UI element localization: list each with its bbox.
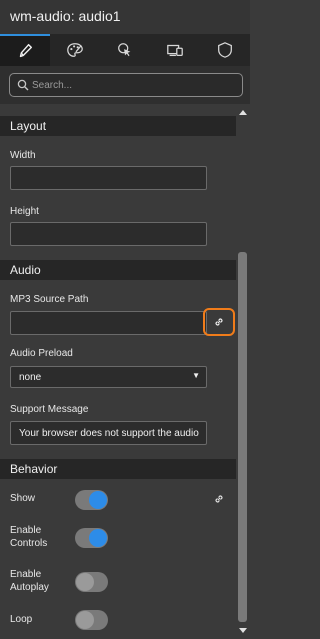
loop-toggle[interactable]: [75, 610, 108, 630]
toggle-knob: [76, 573, 94, 591]
loop-label: Loop: [10, 614, 33, 625]
title-bar: wm-audio: audio1: [0, 0, 250, 34]
audio-preload-value: none: [19, 372, 42, 383]
support-message-label: Support Message: [10, 404, 89, 415]
devices-icon: [167, 44, 183, 57]
section-audio: Audio: [0, 260, 236, 280]
panel-scrollbar[interactable]: [236, 106, 250, 639]
properties-panel: Layout Width Height Audio MP3 Source Pat…: [0, 106, 236, 639]
show-label: Show: [10, 493, 36, 504]
mp3-bind-button[interactable]: [203, 308, 235, 336]
palette-icon: [67, 43, 83, 57]
dropdown-arrow-icon: ▼: [192, 371, 200, 380]
window-title: wm-audio: audio1: [10, 8, 121, 24]
search-icon: [17, 79, 29, 91]
show-toggle[interactable]: [75, 490, 108, 510]
enable-autoplay-toggle[interactable]: [75, 572, 108, 592]
enable-controls-toggle[interactable]: [75, 528, 108, 548]
property-tabs: [0, 34, 250, 66]
tab-properties[interactable]: [0, 34, 50, 66]
search-input[interactable]: [32, 75, 237, 95]
height-label: Height: [10, 206, 39, 217]
scroll-down-arrow-icon[interactable]: [239, 628, 247, 633]
cursor-click-icon: [118, 43, 131, 57]
tab-events[interactable]: [100, 34, 150, 66]
mp3-source-input[interactable]: [10, 311, 207, 335]
shield-icon: [218, 42, 232, 58]
audio-preload-label: Audio Preload: [10, 348, 73, 359]
mp3-source-label: MP3 Source Path: [10, 294, 89, 305]
link-icon: [215, 318, 223, 326]
height-input[interactable]: [10, 222, 207, 246]
search-box: [9, 73, 243, 97]
tab-security[interactable]: [200, 34, 250, 66]
show-bind-link-icon[interactable]: [213, 493, 225, 505]
toggle-knob: [76, 611, 94, 629]
pencil-icon: [19, 43, 33, 58]
enable-autoplay-label: Enable Autoplay: [10, 569, 49, 593]
audio-preload-select[interactable]: none ▼: [10, 366, 207, 388]
enable-controls-label: Enable Controls: [10, 525, 48, 549]
search-bar: [0, 66, 250, 104]
section-behavior: Behavior: [0, 459, 236, 479]
scroll-up-arrow-icon[interactable]: [239, 110, 247, 115]
scroll-thumb[interactable]: [238, 252, 247, 622]
width-label: Width: [10, 150, 36, 161]
support-message-input[interactable]: Your browser does not support the audio: [10, 421, 207, 445]
tab-styles[interactable]: [50, 34, 100, 66]
toggle-knob: [89, 491, 107, 509]
section-layout: Layout: [0, 116, 236, 136]
toggle-knob: [89, 529, 107, 547]
width-input[interactable]: [10, 166, 207, 190]
tab-device[interactable]: [150, 34, 200, 66]
